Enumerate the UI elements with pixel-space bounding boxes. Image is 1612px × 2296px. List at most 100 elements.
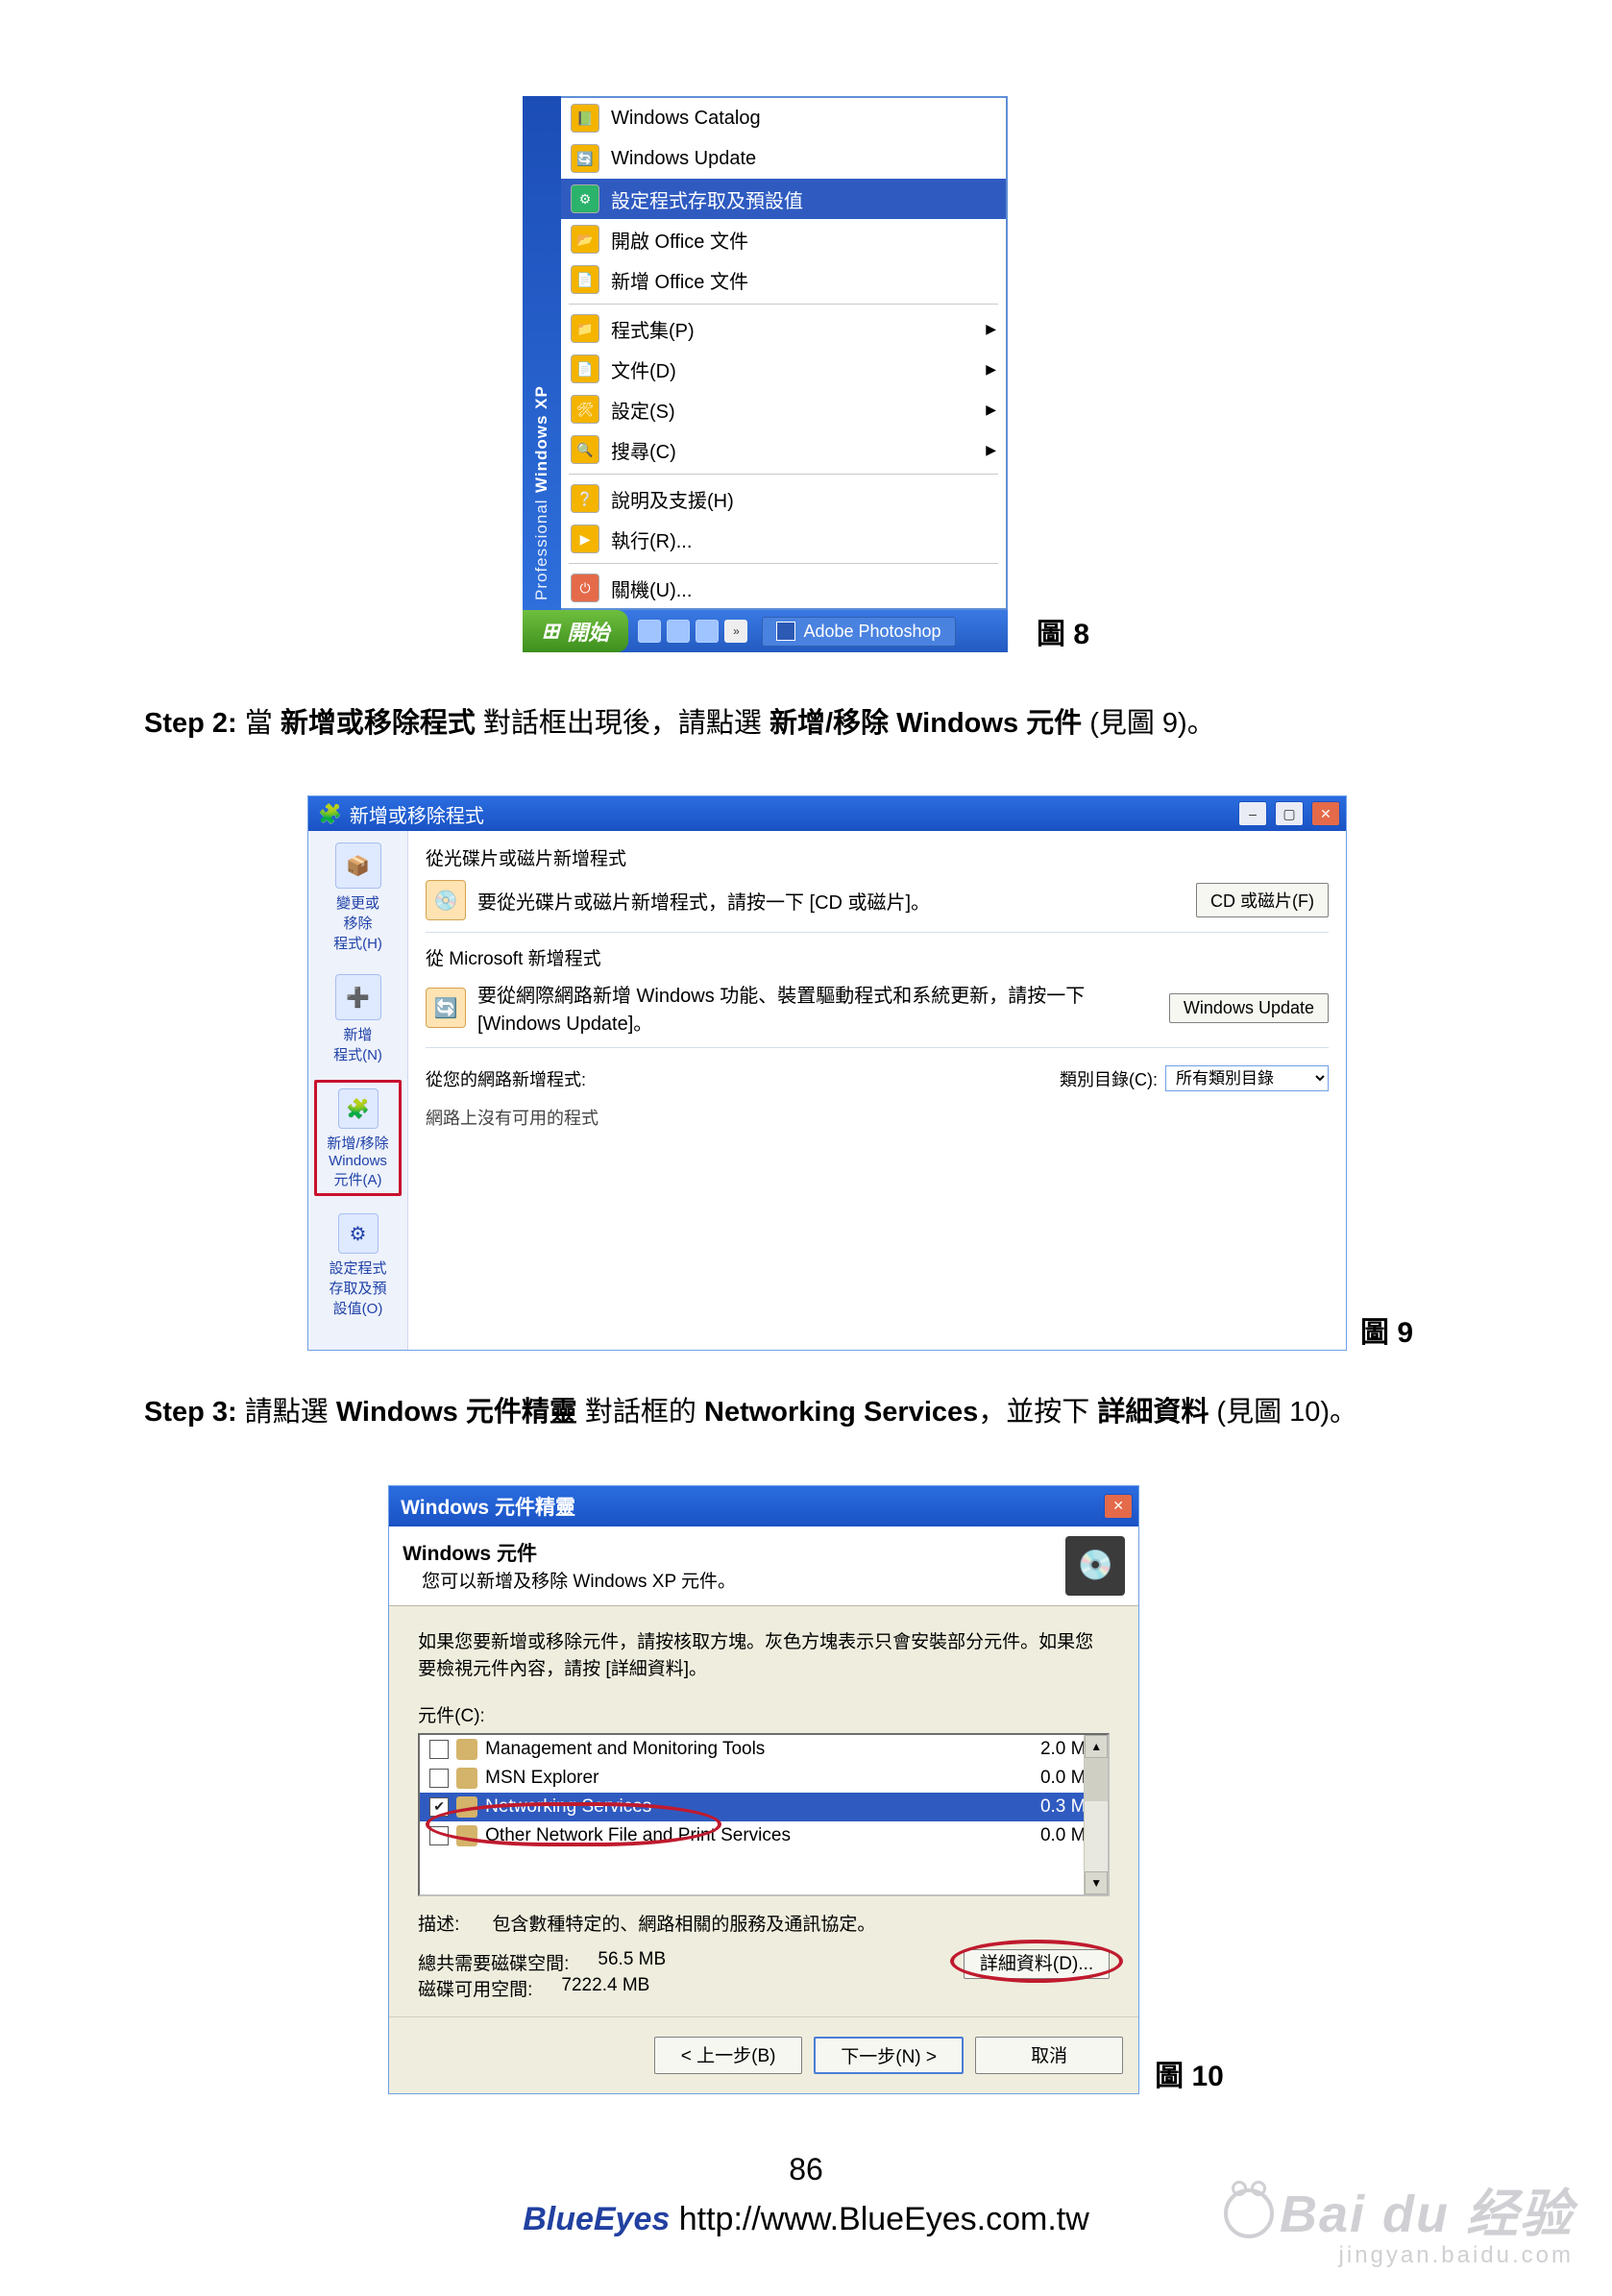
start-button[interactable]: ⊞ 開始 bbox=[523, 610, 628, 652]
component-label: Other Network File and Print Services bbox=[485, 1825, 791, 1846]
network-empty-text: 網路上沒有可用的程式 bbox=[426, 1105, 1329, 1130]
section-network-heading: 從您的網路新增程式: bbox=[426, 1066, 1052, 1091]
menu-item-icon: 🛠 bbox=[571, 395, 599, 424]
scroll-down-icon[interactable]: ▼ bbox=[1085, 1871, 1108, 1894]
menu-item-icon: ⚙ bbox=[571, 184, 599, 213]
windows-update-button[interactable]: Windows Update bbox=[1169, 993, 1329, 1023]
section-cd-text: 要從光碟片或磁片新增程式，請按一下 [CD 或磁片]。 bbox=[477, 887, 1185, 915]
components-list[interactable]: Management and Monitoring Tools2.0 MBMSN… bbox=[418, 1733, 1110, 1896]
component-list-item[interactable]: Other Network File and Print Services0.0… bbox=[420, 1821, 1108, 1850]
wizard-titlebar: Windows 元件精靈 ✕ bbox=[389, 1486, 1138, 1527]
component-list-item[interactable]: MSN Explorer0.0 MB bbox=[420, 1764, 1108, 1793]
sidebar-item-icon: ➕ bbox=[335, 974, 381, 1020]
space-free-label: 磁碟可用空間: bbox=[418, 1975, 532, 2001]
menu-item-label: 程式集(P) bbox=[611, 315, 695, 343]
taskbar: ⊞ 開始 » Adobe Photoshop bbox=[523, 610, 1008, 652]
menu-item-icon: 🔄 bbox=[571, 144, 599, 173]
component-label: Networking Services bbox=[485, 1796, 651, 1818]
figure-10: Windows 元件精靈 ✕ Windows 元件 您可以新增及移除 Windo… bbox=[144, 1485, 1468, 2094]
menu-item-icon: 🔍 bbox=[571, 435, 599, 464]
sidebar-item-label: 變更或 移除 程式(H) bbox=[316, 892, 400, 953]
menu-item-icon: 📗 bbox=[571, 104, 599, 133]
component-label: MSN Explorer bbox=[485, 1768, 598, 1789]
close-button[interactable]: ✕ bbox=[1311, 801, 1340, 826]
menu-item-label: 新增 Office 文件 bbox=[611, 266, 748, 294]
submenu-arrow-icon: ▶ bbox=[986, 442, 996, 458]
sidebar-item[interactable]: 🧩新增/移除 Windows 元件(A) bbox=[314, 1080, 402, 1196]
dialog-icon: 🧩 bbox=[318, 802, 342, 826]
component-list-item[interactable]: Management and Monitoring Tools2.0 MB bbox=[420, 1735, 1108, 1764]
start-menu: Professional Windows XP 📗Windows Catalog… bbox=[523, 96, 1008, 610]
maximize-button[interactable]: ▢ bbox=[1275, 801, 1304, 826]
figure-8-caption: 圖 8 bbox=[1037, 610, 1089, 652]
start-menu-item[interactable]: ❔說明及支援(H) bbox=[561, 478, 1006, 519]
section-cd-heading: 從光碟片或磁片新增程式 bbox=[426, 844, 1329, 870]
checkbox[interactable] bbox=[429, 1826, 449, 1845]
windows-update-icon: 🔄 bbox=[426, 988, 466, 1028]
component-icon bbox=[456, 1768, 477, 1789]
close-button[interactable]: ✕ bbox=[1104, 1494, 1133, 1519]
menu-item-label: 設定程式存取及預設值 bbox=[611, 185, 803, 213]
checkbox[interactable] bbox=[429, 1740, 449, 1759]
start-menu-item[interactable]: ▶ 執行(R)... bbox=[561, 519, 1006, 559]
cd-or-floppy-button[interactable]: CD 或磁片(F) bbox=[1196, 883, 1329, 917]
scroll-thumb[interactable] bbox=[1085, 1758, 1108, 1801]
submenu-arrow-icon: ▶ bbox=[986, 402, 996, 418]
sidebar-item[interactable]: 📦變更或 移除 程式(H) bbox=[314, 837, 402, 957]
start-menu-item[interactable]: 📗Windows Catalog bbox=[561, 98, 1006, 138]
checkbox[interactable] bbox=[429, 1769, 449, 1788]
start-menu-item[interactable]: 📁程式集(P)▶ bbox=[561, 308, 1006, 349]
menu-item-label: 關機(U)... bbox=[611, 574, 692, 602]
wizard-header: Windows 元件 您可以新增及移除 Windows XP 元件。 💿 bbox=[389, 1527, 1138, 1606]
menu-item-label: 開啟 Office 文件 bbox=[611, 226, 748, 254]
category-select[interactable]: 所有類別目錄 bbox=[1165, 1065, 1329, 1091]
sidebar-item[interactable]: ➕新增 程式(N) bbox=[314, 968, 402, 1068]
submenu-arrow-icon: ▶ bbox=[986, 361, 996, 378]
section-ms-text: 要從網際網路新增 Windows 功能、裝置驅動程式和系統更新，請按一下 [Wi… bbox=[477, 980, 1158, 1036]
figure-9-caption: 圖 9 bbox=[1360, 1308, 1413, 1351]
start-menu-item[interactable]: ⚙ 設定程式存取及預設值 bbox=[561, 179, 1006, 219]
section-ms-heading: 從 Microsoft 新增程式 bbox=[426, 944, 1329, 970]
page-number: 86 bbox=[144, 2152, 1468, 2187]
start-menu-item[interactable]: 🔄Windows Update bbox=[561, 138, 1006, 179]
menu-item-icon: 📄 bbox=[571, 265, 599, 294]
scroll-up-icon[interactable]: ▲ bbox=[1085, 1735, 1108, 1758]
start-menu-item[interactable]: 🔍搜尋(C)▶ bbox=[561, 429, 1006, 470]
start-menu-item[interactable]: 📄文件(D)▶ bbox=[561, 349, 1006, 389]
next-button[interactable]: 下一步(N) > bbox=[814, 2037, 964, 2074]
menu-item-label: 執行(R)... bbox=[611, 525, 692, 553]
checkbox[interactable]: ✔ bbox=[429, 1797, 449, 1817]
start-menu-item[interactable]: 📂開啟 Office 文件 bbox=[561, 219, 1006, 259]
dialog-titlebar: 🧩 新增或移除程式 – ▢ ✕ bbox=[308, 796, 1346, 831]
menu-item-icon: 📁 bbox=[571, 314, 599, 343]
minimize-button[interactable]: – bbox=[1238, 801, 1267, 826]
sidebar-item[interactable]: ⚙設定程式 存取及預 設值(O) bbox=[314, 1208, 402, 1322]
component-list-item[interactable]: ✔Networking Services0.3 MB bbox=[420, 1793, 1108, 1821]
menu-item-icon: ▶ bbox=[571, 525, 599, 553]
windows-flag-icon: ⊞ bbox=[542, 619, 559, 644]
component-icon bbox=[456, 1796, 477, 1818]
cancel-button[interactable]: 取消 bbox=[975, 2037, 1123, 2074]
sidebar-item-icon: 📦 bbox=[335, 843, 381, 889]
scrollbar[interactable]: ▲ ▼ bbox=[1084, 1735, 1108, 1894]
details-highlight-circle bbox=[950, 1940, 1123, 1983]
menu-item-label: 設定(S) bbox=[611, 396, 675, 424]
space-needed-label: 總共需要磁碟空間: bbox=[418, 1949, 569, 1975]
start-menu-item[interactable]: ⏻ 關機(U)... bbox=[561, 568, 1006, 608]
quick-launch-icons[interactable]: » bbox=[638, 620, 747, 643]
component-label: Management and Monitoring Tools bbox=[485, 1739, 765, 1760]
menu-item-label: 說明及支援(H) bbox=[611, 485, 734, 513]
dialog-main: 從光碟片或磁片新增程式 💿 要從光碟片或磁片新增程式，請按一下 [CD 或磁片]… bbox=[408, 831, 1346, 1350]
menu-item-icon: ⏻ bbox=[571, 574, 599, 602]
menu-item-icon: 📄 bbox=[571, 354, 599, 383]
sidebar-item-label: 新增 程式(N) bbox=[316, 1024, 400, 1064]
baidu-watermark: Bai du 经验 jingyan.baidu.com bbox=[1224, 2188, 1574, 2267]
sidebar-item-label: 設定程式 存取及預 設值(O) bbox=[316, 1258, 400, 1318]
xp-brand-band: Professional Windows XP bbox=[523, 96, 561, 610]
back-button[interactable]: < 上一步(B) bbox=[654, 2037, 802, 2074]
step-3-text: Step 3: 請點選 Windows 元件精靈 對話框的 Networking… bbox=[144, 1389, 1468, 1436]
start-menu-item[interactable]: 📄 新增 Office 文件 bbox=[561, 259, 1006, 300]
start-menu-item[interactable]: 🛠 設定(S) ▶ bbox=[561, 389, 1006, 429]
taskbar-app-photoshop[interactable]: Adobe Photoshop bbox=[762, 617, 955, 647]
dialog-sidebar: 📦變更或 移除 程式(H) ➕新增 程式(N) 🧩新增/移除 Windows 元件(… bbox=[308, 831, 408, 1350]
